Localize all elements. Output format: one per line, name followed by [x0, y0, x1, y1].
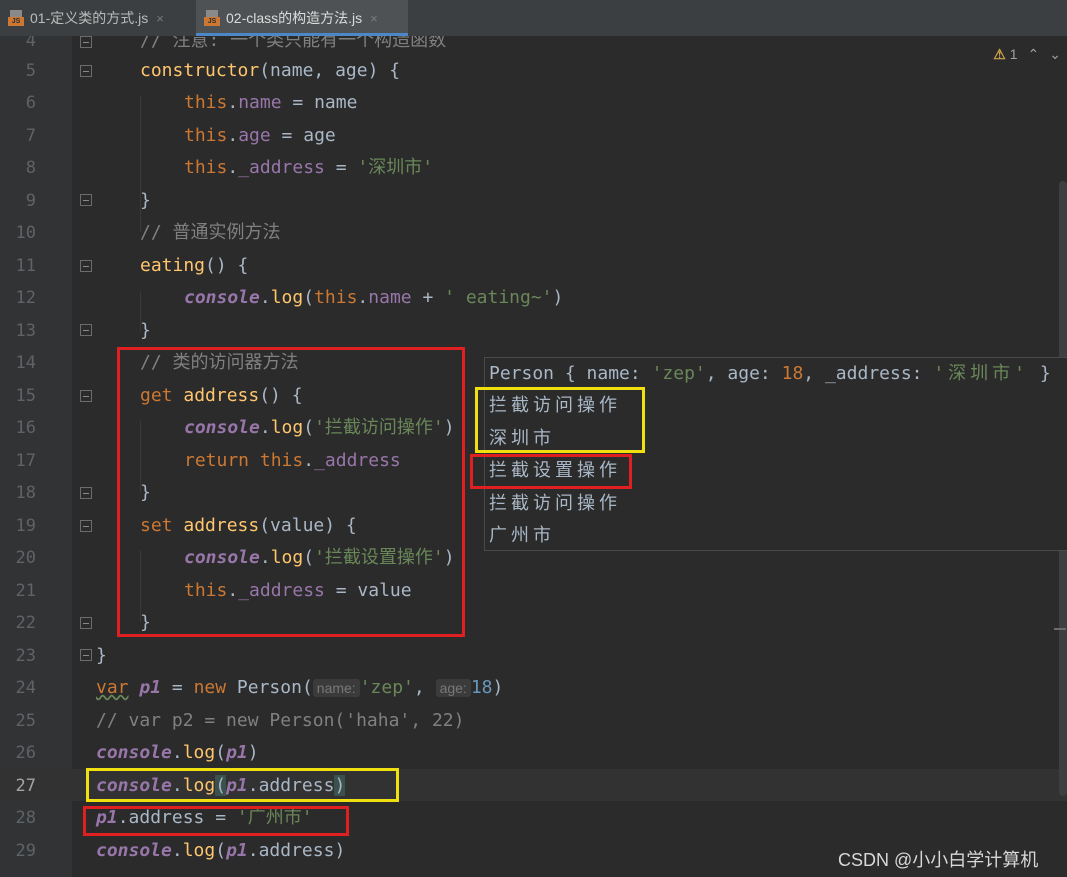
line-number: 22 [15, 613, 36, 633]
line-number: 7 [25, 126, 36, 146]
code-line-10[interactable]: // 普通实例方法 [140, 217, 281, 249]
fold-marker-icon[interactable] [80, 649, 92, 661]
param-hint-age: age: [435, 679, 471, 697]
line-number: 28 [15, 808, 36, 828]
console-line: 广州市 [489, 525, 555, 546]
fold-marker-icon[interactable] [80, 260, 92, 272]
code-line-24[interactable]: var p1 = new Person(name:'zep', age: 18) [96, 672, 503, 704]
code-line-25[interactable]: // var p2 = new Person('haha', 22) [96, 705, 464, 737]
fold-marker-icon[interactable] [80, 390, 92, 402]
console-line: Person { name: 'zep', age: 18, _address:… [489, 363, 1051, 384]
code-line-6[interactable]: this.name = name [184, 87, 357, 119]
js-file-icon: JS [8, 10, 24, 26]
next-highlight-icon[interactable]: ⌄ [1049, 46, 1061, 63]
line-number: 12 [15, 288, 36, 308]
line-number: 25 [15, 711, 36, 731]
code-line-9[interactable]: } [140, 185, 151, 217]
warning-icon: ⚠ [993, 45, 1006, 62]
annotation-set-output [470, 454, 632, 489]
line-number: 14 [15, 353, 36, 373]
fold-marker-icon[interactable] [80, 65, 92, 77]
annotation-set-call [83, 806, 349, 836]
inspection-widget[interactable]: ⚠ 1 ⌃ ⌄ [993, 44, 1067, 64]
line-number: 13 [15, 321, 36, 341]
param-hint-name: name: [312, 679, 360, 697]
line-number: 20 [15, 548, 36, 568]
fold-marker-icon[interactable] [80, 36, 92, 48]
code-line-8[interactable]: this._address = '深圳市' [184, 152, 433, 184]
line-number: 18 [15, 483, 36, 503]
annotation-accessor-methods [117, 347, 465, 637]
console-line: 拦截访问操作 [489, 493, 621, 514]
line-number: 10 [15, 223, 36, 243]
warning-count: 1 [1009, 45, 1018, 62]
code-line-13[interactable]: } [140, 315, 151, 347]
editor-tab-bar: JS 01-定义类的方式.js × JS 02-class的构造方法.js × [0, 0, 1067, 37]
tab-label: 01-定义类的方式.js [30, 10, 149, 26]
code-line-12[interactable]: console.log(this.name + ' eating~') [184, 282, 563, 314]
fold-marker-icon[interactable] [80, 520, 92, 532]
tab-01-define-class[interactable]: JS 01-定义类的方式.js × [0, 0, 196, 36]
code-line-23[interactable]: } [96, 640, 107, 672]
line-number: 29 [15, 841, 36, 861]
code-line-5[interactable]: constructor(name, age) { [140, 55, 400, 87]
line-number: 6 [25, 93, 36, 113]
line-number: 26 [15, 743, 36, 763]
fold-marker-icon[interactable] [80, 324, 92, 336]
tab-02-class-constructor[interactable]: JS 02-class的构造方法.js × [196, 0, 408, 36]
line-number: 17 [15, 451, 36, 471]
line-number: 11 [15, 256, 36, 276]
code-line-11[interactable]: eating() { [140, 250, 248, 282]
scroll-marker [1054, 628, 1066, 630]
line-number: 27 [15, 776, 36, 796]
code-line-26[interactable]: console.log(p1) [96, 737, 259, 769]
line-number: 24 [15, 678, 36, 698]
annotation-get-output [475, 387, 645, 453]
line-number: 19 [15, 516, 36, 536]
code-line-7[interactable]: this.age = age [184, 120, 336, 152]
tab-label: 02-class的构造方法.js [226, 10, 363, 26]
close-icon[interactable]: × [156, 11, 164, 26]
line-number: 9 [25, 191, 36, 211]
js-file-icon: JS [204, 10, 220, 26]
watermark: CSDN @小小白学计算机 [838, 850, 1039, 870]
line-number: 21 [15, 581, 36, 601]
annotation-get-call [86, 768, 399, 802]
fold-marker-icon[interactable] [80, 617, 92, 629]
fold-marker-icon[interactable] [80, 194, 92, 206]
line-number: 23 [15, 646, 36, 666]
line-number: 5 [25, 61, 36, 81]
previous-highlight-icon[interactable]: ⌃ [1028, 46, 1040, 63]
line-number: 4 [25, 36, 36, 51]
fold-marker-icon[interactable] [80, 487, 92, 499]
code-line-29[interactable]: console.log(p1.address) [96, 835, 345, 867]
close-icon[interactable]: × [370, 11, 378, 26]
code-line-4[interactable]: // 注意: 一个类只能有一个构造函数 [140, 36, 446, 57]
line-number: 16 [15, 418, 36, 438]
line-number: 15 [15, 386, 36, 406]
line-number: 8 [25, 158, 36, 178]
